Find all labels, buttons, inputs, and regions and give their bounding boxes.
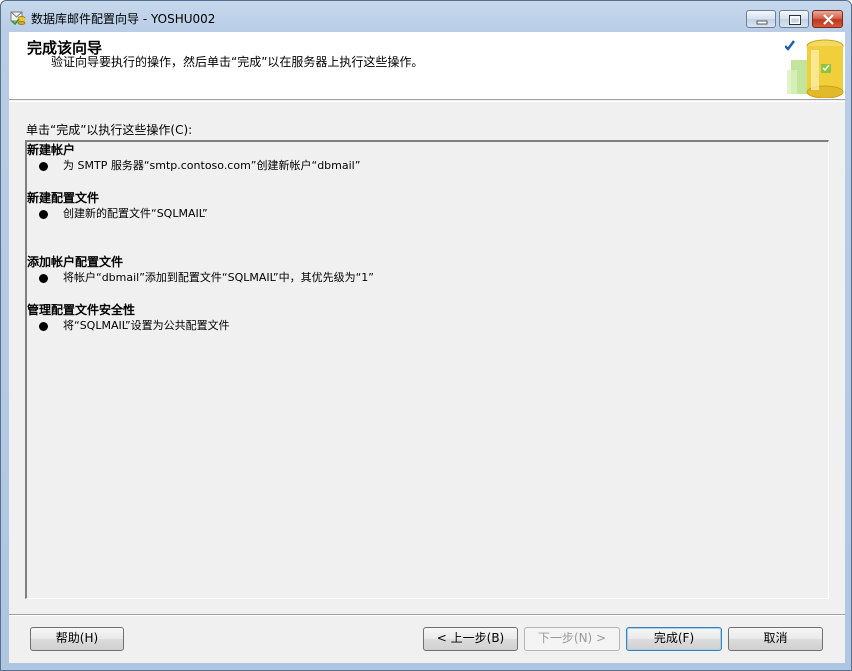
footer-separator: [9, 614, 845, 616]
summary-section: 新建帐户 为 SMTP 服务器“smtp.contoso.com”创建新帐户“d…: [27, 142, 360, 174]
actions-instruction-label: 单击“完成”以执行这些操作(C):: [26, 123, 193, 137]
list-item: 将帐户“dbmail”添加到配置文件“SQLMAIL”中，其优先级为“1”: [27, 270, 374, 286]
cancel-button[interactable]: 取消: [728, 627, 823, 651]
bullet-icon: [39, 210, 48, 219]
page-subtitle: 验证向导要执行的操作，然后单击“完成”以在服务器上执行这些操作。: [51, 55, 424, 69]
window-title: 数据库邮件配置向导 - YOSHU002: [31, 12, 216, 26]
summary-section: 添加帐户配置文件 将帐户“dbmail”添加到配置文件“SQLMAIL”中，其优…: [27, 254, 374, 286]
finish-button[interactable]: 完成(F): [626, 627, 722, 651]
list-item-text: 将“SQLMAIL”设置为公共配置文件: [63, 319, 230, 332]
maximize-icon: [789, 15, 801, 25]
close-button[interactable]: [812, 10, 843, 28]
next-button[interactable]: 下一步(N) >: [524, 627, 620, 651]
minimize-icon: [756, 20, 768, 25]
wizard-header: 完成该向导 验证向导要执行的操作，然后单击“完成”以在服务器上执行这些操作。: [9, 32, 845, 100]
section-heading: 新建配置文件: [27, 191, 100, 205]
list-item-text: 为 SMTP 服务器“smtp.contoso.com”创建新帐户“dbmail…: [63, 159, 361, 172]
bullet-icon: [39, 322, 48, 331]
list-item-text: 创建新的配置文件“SQLMAIL”: [63, 207, 208, 220]
maximize-button[interactable]: [779, 10, 809, 28]
list-item: 为 SMTP 服务器“smtp.contoso.com”创建新帐户“dbmail…: [27, 158, 360, 174]
minimize-button[interactable]: [746, 10, 776, 28]
back-button[interactable]: < 上一步(B): [423, 627, 518, 651]
help-button[interactable]: 帮助(H): [30, 627, 124, 651]
database-mail-wizard-icon: [10, 9, 26, 26]
header-separator: [9, 101, 845, 102]
section-heading: 管理配置文件安全性: [27, 303, 136, 317]
wizard-window: 数据库邮件配置向导 - YOSHU002 完成该向导 验证向导要执行的操作，然后…: [0, 0, 852, 671]
title-bar[interactable]: 数据库邮件配置向导 - YOSHU002: [1, 1, 851, 31]
bullet-icon: [39, 274, 48, 283]
summary-section: 新建配置文件 创建新的配置文件“SQLMAIL”: [27, 190, 208, 222]
close-icon: [823, 14, 834, 25]
list-item-text: 将帐户“dbmail”添加到配置文件“SQLMAIL”中，其优先级为“1”: [63, 271, 374, 284]
list-item: 将“SQLMAIL”设置为公共配置文件: [27, 318, 230, 334]
wizard-client-area: 完成该向导 验证向导要执行的操作，然后单击“完成”以在服务器上执行这些操作。 单…: [9, 32, 845, 663]
database-checkmark-icon: [784, 34, 845, 99]
section-heading: 新建帐户: [27, 143, 76, 157]
section-heading: 添加帐户配置文件: [27, 255, 124, 269]
summary-section: 管理配置文件安全性 将“SQLMAIL”设置为公共配置文件: [27, 302, 230, 334]
actions-summary-box[interactable]: 新建帐户 为 SMTP 服务器“smtp.contoso.com”创建新帐户“d…: [25, 140, 829, 599]
list-item: 创建新的配置文件“SQLMAIL”: [27, 206, 208, 222]
bullet-icon: [39, 162, 48, 171]
